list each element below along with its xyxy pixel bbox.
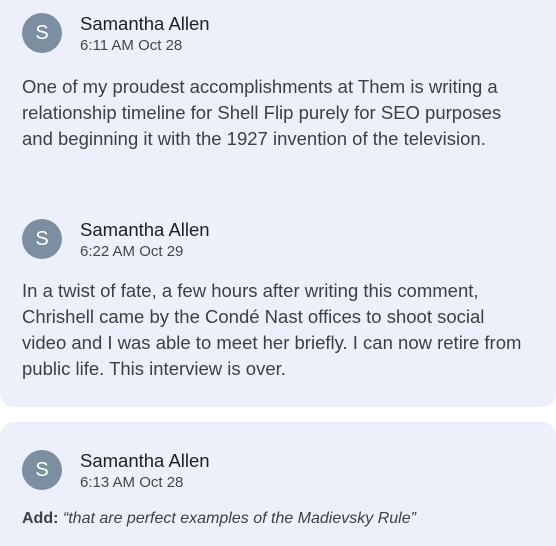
suggestion-card[interactable]: S Samantha Allen 6:13 AM Oct 28 Add: “th…	[0, 422, 556, 546]
avatar[interactable]: S	[22, 13, 62, 53]
avatar[interactable]: S	[22, 450, 62, 490]
comment-timestamp: 6:11 AM Oct 28	[80, 37, 183, 54]
comment-body: In a twist of fate, a few hours after wr…	[22, 280, 522, 379]
edit-label: Add:	[22, 510, 59, 527]
edit-text: “that are perfect examples of the Madiev…	[62, 510, 416, 527]
comment-thread-card: S Samantha Allen 6:11 AM Oct 28 One of m…	[0, 0, 556, 407]
author-name: Samantha Allen	[80, 450, 210, 471]
author-name: Samantha Allen	[80, 219, 210, 240]
avatar[interactable]: S	[22, 219, 62, 259]
comment-timestamp: 6:22 AM Oct 29	[80, 243, 184, 260]
comment-body: One of my proudest accomplishments at Th…	[22, 76, 502, 149]
suggested-edit: Add: “that are perfect examples of the M…	[22, 509, 542, 529]
comment-timestamp: 6:13 AM Oct 28	[80, 474, 184, 491]
author-name: Samantha Allen	[80, 13, 210, 34]
